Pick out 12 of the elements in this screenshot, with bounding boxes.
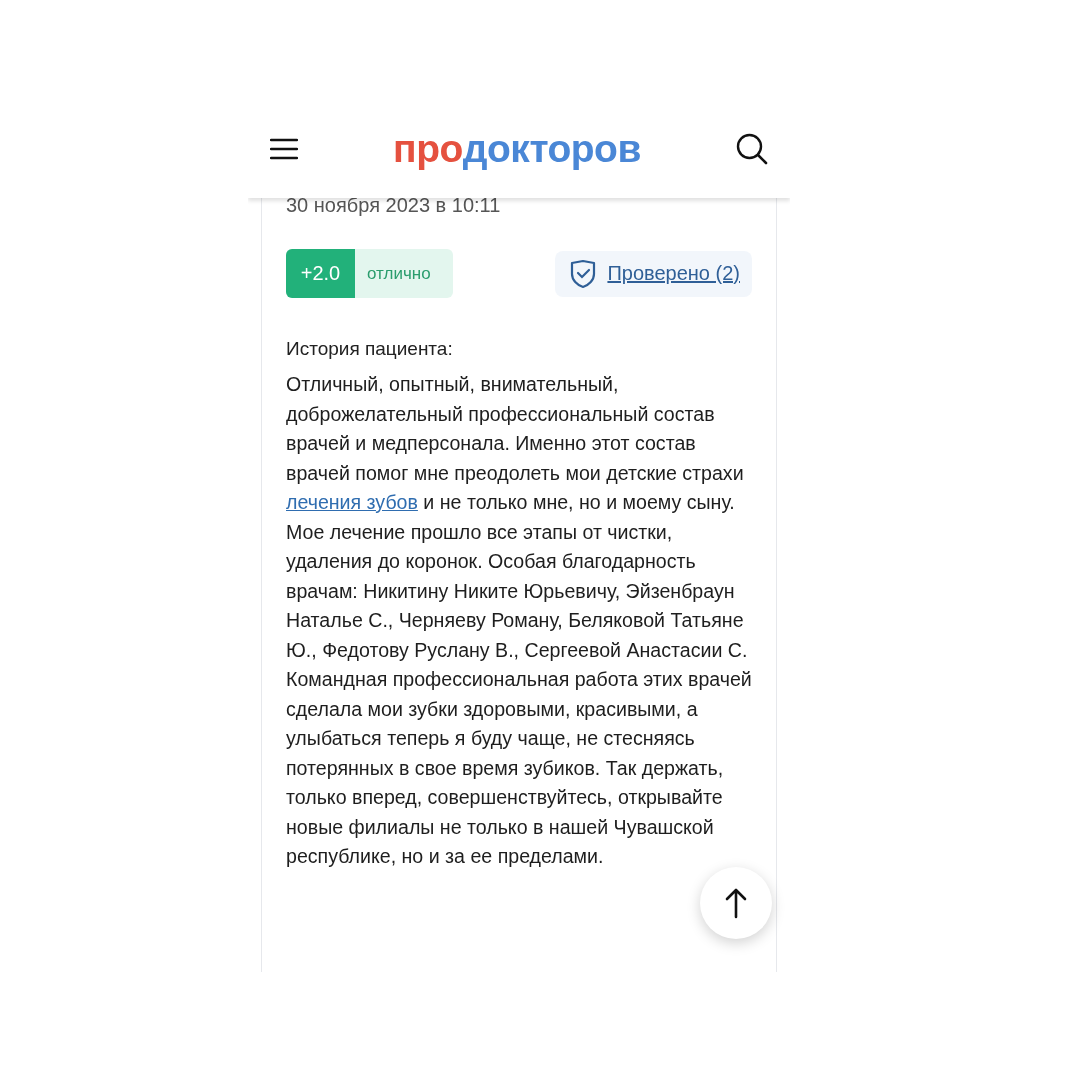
scroll-top-button[interactable]: [700, 867, 772, 939]
site-logo[interactable]: продокторов: [393, 127, 641, 171]
treatment-link[interactable]: лечения зубов: [286, 491, 418, 513]
rating-score: +2.0: [286, 249, 355, 298]
story-text: Отличный, опытный, внимательный, доброжелательный профессиональный состав врачей и медперсонала. Именно этот состав врачей помог мне преодолеть мои детские страхи лечения зубов и не только мне, но и моему сыну. Мое лечение прошло все этапы от чистки, удаления до коронок. Особая благодарность врачам: Никитину Никите Юрьевичу, Эйзенбраун Наталье С., Черняеву Роману, Беляковой Татьяне Ю., Федотову Руслану В., Сергеевой Анастасии С. Командная профессиональная работа этих врачей сделала мои зубки здоровыми, красивыми, а улыбаться теперь я буду чаще, не стесняясь потерянных в свое время зубиков. Так держать, только вперед, совершенствуйтесь, открывайте новые филиалы не только в нашей Чувашской республике, но и за ее пределами.: [286, 372, 752, 869]
story-title: История пациента:: [286, 338, 454, 360]
arrow-up-icon: [725, 887, 747, 919]
search-icon[interactable]: [736, 133, 768, 165]
review-date: 30 ноября 2023 в 10:11: [286, 193, 501, 217]
shield-check-icon: [569, 258, 598, 289]
menu-icon[interactable]: [270, 138, 298, 160]
rating-label: отлично: [366, 262, 431, 285]
